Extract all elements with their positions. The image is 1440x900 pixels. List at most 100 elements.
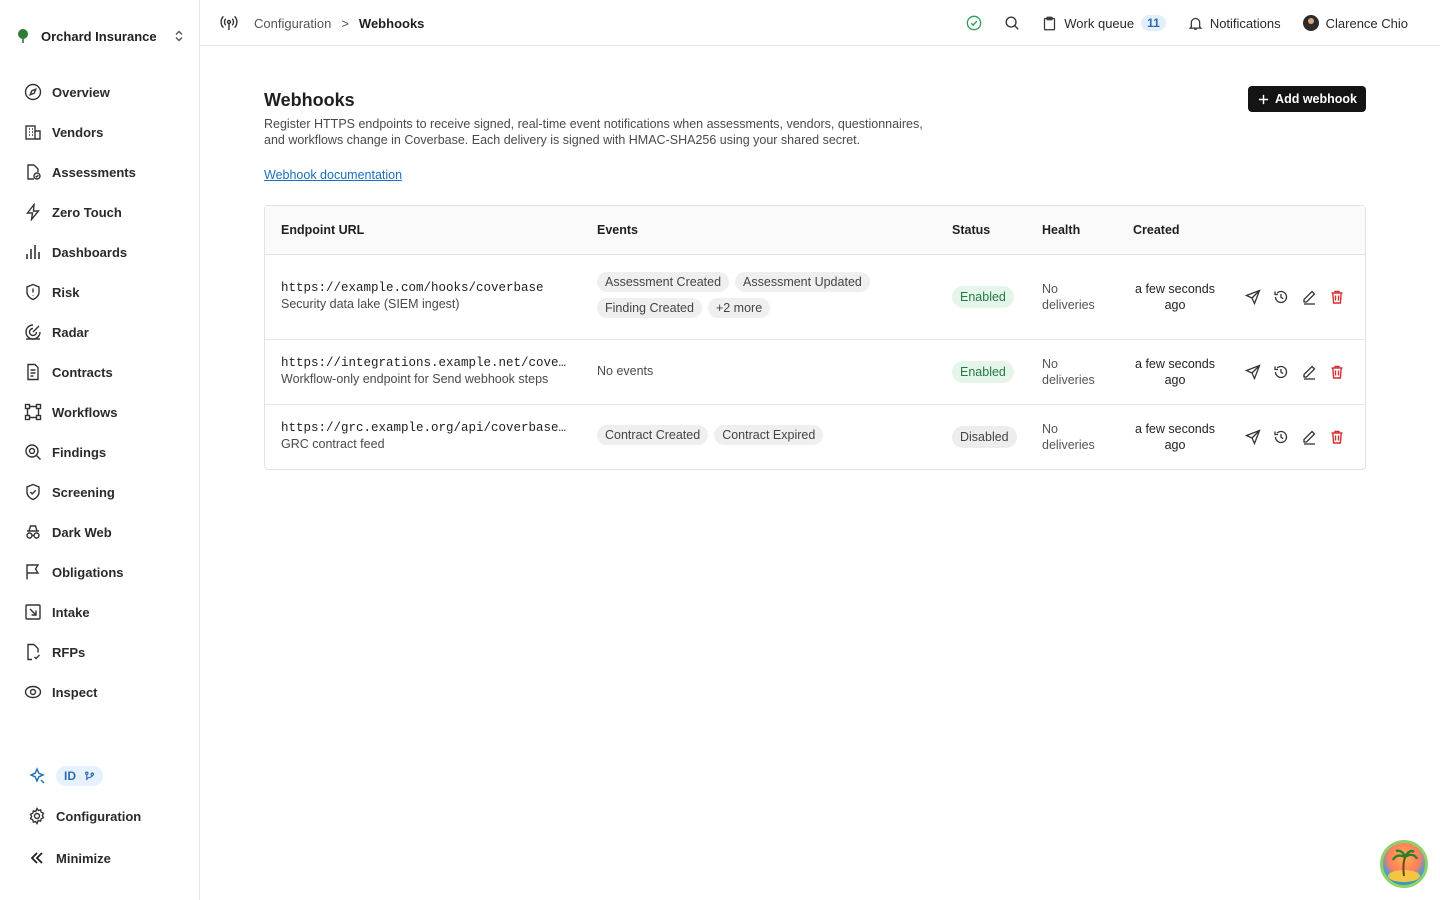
sidebar-item-label: Risk xyxy=(52,284,80,300)
table-header: Endpoint URL Events Status Health Create… xyxy=(265,206,1365,255)
radar-icon xyxy=(25,324,41,340)
column-header-created: Created xyxy=(1133,223,1180,237)
notifications-button[interactable]: Notifications xyxy=(1188,16,1281,31)
table-row[interactable]: https://integrations.example.net/coverba… xyxy=(265,340,1365,405)
event-chip: Assessment Updated xyxy=(735,272,870,292)
table-row[interactable]: https://example.com/hooks/coverbase Secu… xyxy=(265,255,1365,340)
more-events-chip[interactable]: +2 more xyxy=(707,298,771,318)
edit-icon[interactable] xyxy=(1301,364,1317,380)
webhook-documentation-link[interactable]: Webhook documentation xyxy=(264,168,402,182)
send-test-icon[interactable] xyxy=(1245,364,1261,380)
health-status: No deliveries xyxy=(1042,282,1095,312)
breadcrumb-webhooks: Webhooks xyxy=(358,15,425,31)
table-row[interactable]: https://grc.example.org/api/coverbase/co… xyxy=(265,405,1365,469)
search-icon[interactable] xyxy=(1004,15,1020,31)
breadcrumb-separator: > xyxy=(341,15,349,31)
work-queue-button[interactable]: Work queue 11 xyxy=(1042,15,1166,31)
endpoint-cell: https://grc.example.org/api/coverbase/co… xyxy=(281,421,571,451)
org-switcher[interactable]: Orchard Insurance xyxy=(14,22,186,50)
clipboard-icon xyxy=(1044,16,1056,30)
sidebar-item-configuration[interactable]: Configuration xyxy=(28,804,141,828)
event-chip: Assessment Created xyxy=(597,272,730,292)
sidebar-item-label: Inspect xyxy=(52,684,98,700)
palm-island-icon xyxy=(1388,849,1420,882)
sidebar-item-label: Dashboards xyxy=(52,244,128,260)
chevrons-left-icon xyxy=(30,852,43,864)
endpoint-url: https://example.com/hooks/coverbase xyxy=(281,281,544,295)
compass-icon xyxy=(24,83,42,101)
work-queue-count: 11 xyxy=(1141,15,1166,31)
send-test-icon[interactable] xyxy=(1245,429,1261,445)
row-actions xyxy=(1245,429,1345,445)
sidebar-item-risk[interactable]: Risk xyxy=(16,272,186,312)
sidebar-item-contracts[interactable]: Contracts xyxy=(16,352,186,392)
delete-icon[interactable] xyxy=(1329,289,1345,305)
sidebar-item-label: Overview xyxy=(52,84,110,100)
history-icon[interactable] xyxy=(1273,429,1289,445)
minimize-sidebar-button[interactable]: Minimize xyxy=(28,846,111,870)
sidebar-item-label: Dark Web xyxy=(52,524,112,540)
breadcrumb-configuration[interactable]: Configuration xyxy=(254,16,331,31)
intake-icon xyxy=(25,604,41,620)
chevron-up-down-icon xyxy=(172,29,186,43)
add-webhook-label: Add webhook xyxy=(1275,92,1357,106)
events-cell: Contract Created Contract Expired xyxy=(597,425,897,445)
health-status: No deliveries xyxy=(1042,357,1095,387)
sidebar-item-label: Contracts xyxy=(52,364,113,380)
sidebar-item-obligations[interactable]: Obligations xyxy=(16,552,186,592)
assistant-launcher-button[interactable] xyxy=(1380,840,1428,888)
id-badge[interactable]: ID xyxy=(56,766,103,786)
sidebar-item-inspect[interactable]: Inspect xyxy=(16,672,186,712)
sidebar-item-dashboards[interactable]: Dashboards xyxy=(16,232,186,272)
sidebar-item-label: Radar xyxy=(52,324,89,340)
history-icon[interactable] xyxy=(1273,364,1289,380)
add-webhook-button[interactable]: Add webhook xyxy=(1248,86,1366,112)
status-badge: Enabled xyxy=(952,286,1014,308)
shield-alert-icon xyxy=(26,283,40,301)
plus-icon xyxy=(1258,94,1269,104)
id-badge-label: ID xyxy=(64,769,76,783)
event-chip: Finding Created xyxy=(597,298,702,318)
sidebar-item-rfps[interactable]: RFPs xyxy=(16,632,186,672)
sidebar-item-workflows[interactable]: Workflows xyxy=(16,392,186,432)
status-cell: Enabled xyxy=(952,286,1014,308)
file-check-icon xyxy=(27,164,41,180)
history-icon[interactable] xyxy=(1273,289,1289,305)
sidebar-item-dark-web[interactable]: Dark Web xyxy=(16,512,186,552)
user-menu-button[interactable]: Clarence Chio xyxy=(1302,15,1408,31)
edit-icon[interactable] xyxy=(1301,289,1317,305)
sidebar-item-zero-touch[interactable]: Zero Touch xyxy=(16,192,186,232)
column-header-health: Health xyxy=(1042,223,1081,237)
sidebar-item-label: Findings xyxy=(52,444,107,460)
gear-icon xyxy=(29,807,45,825)
delete-icon[interactable] xyxy=(1329,429,1345,445)
sidebar-item-label: Minimize xyxy=(56,850,111,866)
edit-icon[interactable] xyxy=(1301,429,1317,445)
status-cell: Enabled xyxy=(952,361,1014,383)
sidebar-nav: Overview Vendors Assessments Zero Touch … xyxy=(16,72,186,712)
sidebar-item-overview[interactable]: Overview xyxy=(16,72,186,112)
building-icon xyxy=(25,125,41,140)
eye-icon xyxy=(24,685,42,699)
broadcast-icon xyxy=(220,15,238,30)
endpoint-cell: https://integrations.example.net/coverba… xyxy=(281,356,571,386)
delete-icon[interactable] xyxy=(1329,364,1345,380)
workflow-icon xyxy=(24,403,42,421)
event-chip: Contract Expired xyxy=(714,425,824,445)
sparkle-pin-icon[interactable] xyxy=(28,767,46,785)
sidebar-item-label: Assessments xyxy=(52,164,136,180)
send-test-icon[interactable] xyxy=(1245,289,1261,305)
sidebar-item-findings[interactable]: Findings xyxy=(16,432,186,472)
sidebar-item-intake[interactable]: Intake xyxy=(16,592,186,632)
sidebar-item-radar[interactable]: Radar xyxy=(16,312,186,352)
breadcrumb: Configuration > Webhooks xyxy=(220,12,424,34)
sidebar-item-vendors[interactable]: Vendors xyxy=(16,112,186,152)
column-header-events: Events xyxy=(597,223,638,237)
endpoint-description: GRC contract feed xyxy=(281,437,385,451)
sidebar-item-screening[interactable]: Screening xyxy=(16,472,186,512)
endpoint-url: https://integrations.example.net/coverba… xyxy=(281,356,571,370)
sidebar-item-assessments[interactable]: Assessments xyxy=(16,152,186,192)
webhooks-table: Endpoint URL Events Status Health Create… xyxy=(264,205,1366,470)
created-time: a few seconds ago xyxy=(1135,282,1215,312)
check-circle-icon[interactable] xyxy=(966,15,982,31)
